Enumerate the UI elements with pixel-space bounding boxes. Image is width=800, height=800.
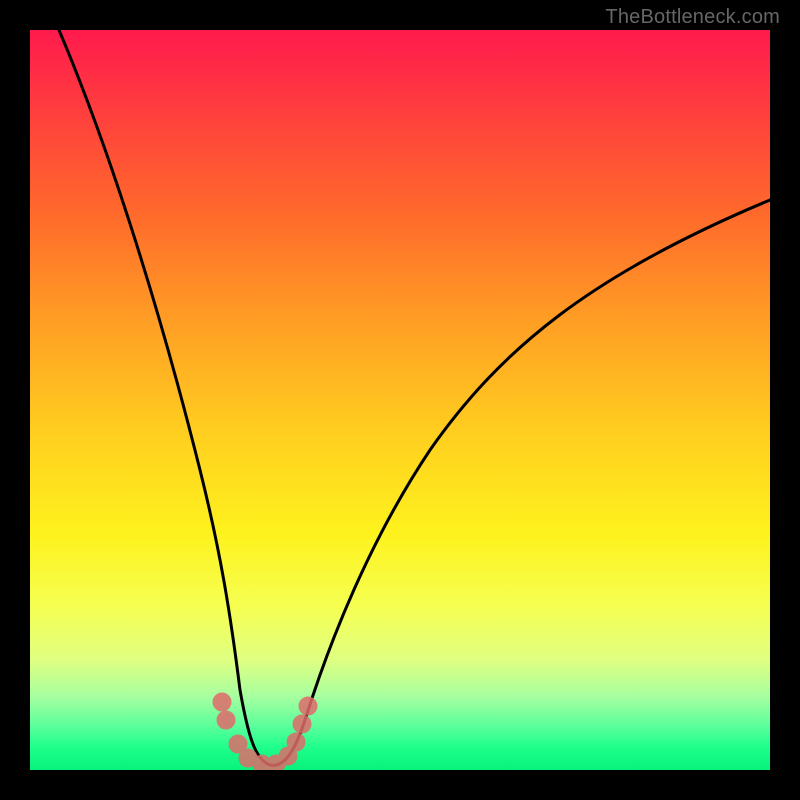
credit-text: TheBottleneck.com [605, 6, 780, 29]
sweet-spot-markers [213, 693, 317, 770]
chart-frame: TheBottleneck.com [0, 0, 800, 800]
plot-area [30, 30, 770, 770]
bottleneck-curve [59, 30, 770, 765]
curve-layer [30, 30, 770, 770]
